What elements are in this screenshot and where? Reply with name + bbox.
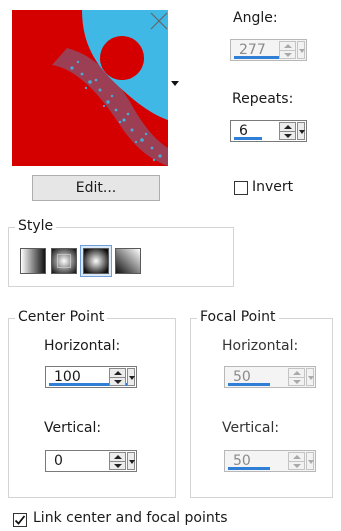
rectangular-gradient-button[interactable]: [51, 248, 77, 274]
focal-point-title: Focal Point: [197, 309, 279, 325]
spin-up-icon[interactable]: [114, 455, 122, 459]
center-vertical-label: Vertical:: [44, 420, 102, 436]
angle-progress-bar: [234, 56, 282, 59]
style-title: Style: [15, 218, 57, 234]
angle-label: Angle:: [233, 10, 278, 26]
spin-up-icon: [293, 455, 301, 459]
dropdown-arrow-icon[interactable]: [171, 81, 179, 86]
focal-horizontal-progress-bar: [228, 383, 270, 386]
radial-gradient-button[interactable]: [83, 248, 109, 274]
spin-down-icon: [293, 380, 301, 384]
spin-down-icon: [293, 464, 301, 468]
focal-horizontal-spinbox: 50: [224, 366, 316, 388]
spin-dropdown: [306, 452, 314, 470]
focal-horizontal-label: Horizontal:: [222, 338, 299, 354]
spin-down-icon[interactable]: [284, 134, 292, 138]
spin-up-down: [288, 452, 305, 470]
repeats-label: Repeats:: [232, 91, 294, 107]
spin-down-icon: [284, 53, 292, 57]
spin-up-down[interactable]: [109, 368, 126, 386]
spin-up-down: [288, 368, 305, 386]
gradient-preview[interactable]: [12, 10, 168, 166]
close-icon[interactable]: [148, 10, 170, 32]
spin-up-down: [279, 41, 296, 59]
repeats-spinbox[interactable]: 6: [230, 120, 307, 142]
center-vertical-spinbox[interactable]: 0: [45, 450, 137, 472]
checkmark-icon: [14, 515, 26, 525]
focal-vertical-progress-bar: [228, 467, 270, 470]
spin-dropdown[interactable]: [127, 368, 135, 386]
spin-up-down[interactable]: [109, 452, 126, 470]
linear-gradient-button[interactable]: [20, 248, 46, 274]
link-points-label: Link center and focal points: [33, 510, 228, 526]
center-point-title: Center Point: [15, 309, 108, 325]
spin-up-icon: [293, 371, 301, 375]
link-points-checkbox[interactable]: [13, 513, 27, 527]
focal-vertical-spinbox: 50: [224, 450, 316, 472]
spin-up-icon: [284, 44, 292, 48]
repeats-progress-bar: [234, 137, 262, 140]
focal-vertical-label: Vertical:: [222, 420, 280, 436]
spin-dropdown[interactable]: [127, 452, 135, 470]
invert-checkbox[interactable]: [234, 181, 248, 195]
spin-dropdown: [297, 41, 305, 59]
center-vertical-value[interactable]: 0: [54, 453, 63, 469]
spin-up-icon[interactable]: [284, 125, 292, 129]
spin-up-down[interactable]: [279, 122, 296, 140]
center-horizontal-label: Horizontal:: [44, 338, 121, 354]
sunburst-gradient-button[interactable]: [115, 248, 141, 274]
spin-dropdown: [306, 368, 314, 386]
spin-down-icon[interactable]: [114, 464, 122, 468]
edit-button[interactable]: Edit...: [32, 175, 160, 201]
center-horizontal-spinbox[interactable]: 100: [45, 366, 137, 388]
spin-up-icon[interactable]: [114, 371, 122, 375]
invert-label: Invert: [252, 179, 294, 195]
angle-spinbox: 277: [230, 39, 307, 61]
spin-dropdown[interactable]: [297, 122, 305, 140]
spin-down-icon[interactable]: [114, 380, 122, 384]
